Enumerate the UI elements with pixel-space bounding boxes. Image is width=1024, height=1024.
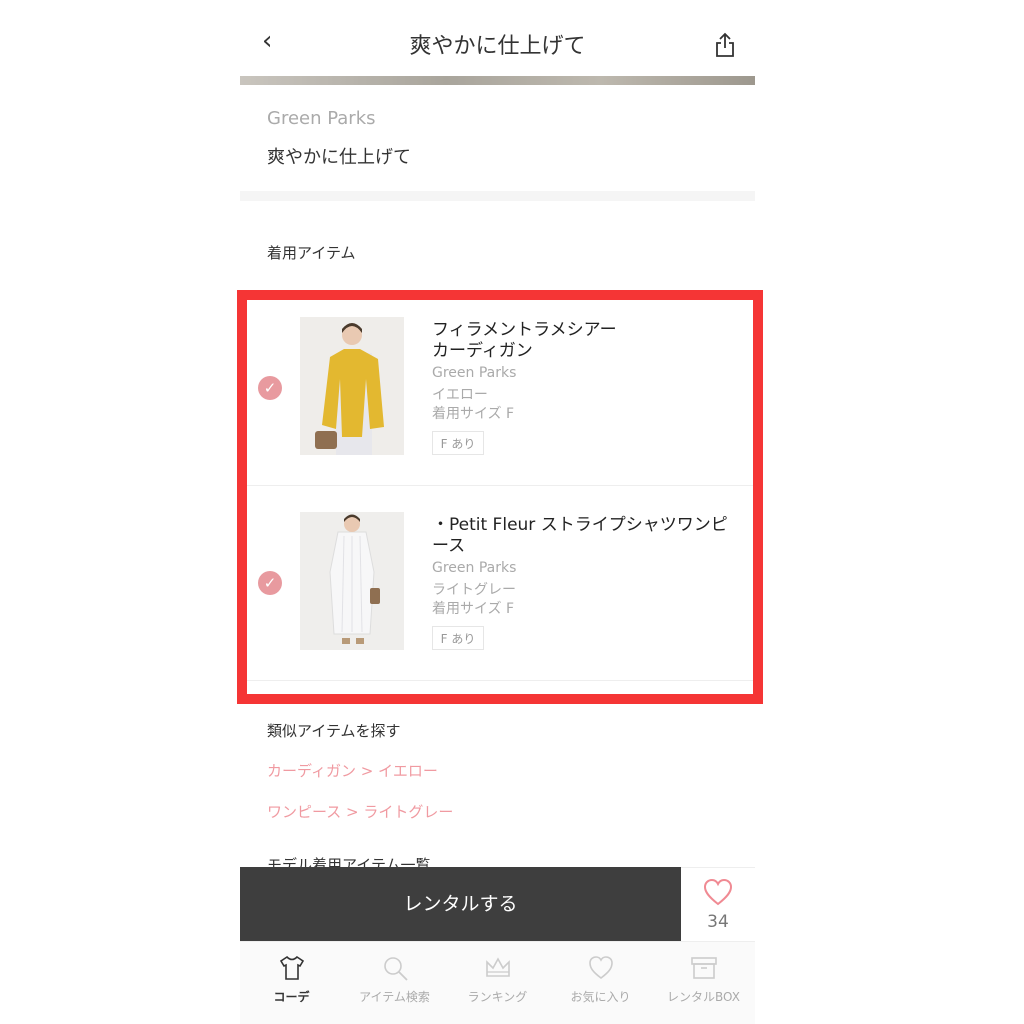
tab-coordinate[interactable]: コーデ xyxy=(240,942,343,1024)
heart-icon xyxy=(703,878,733,906)
tab-rental-box[interactable]: レンタルBOX xyxy=(652,942,755,1024)
tab-label: アイテム検索 xyxy=(359,990,430,1004)
box-icon xyxy=(691,957,717,979)
tab-ranking[interactable]: ランキング xyxy=(446,942,549,1024)
section-divider xyxy=(240,191,755,201)
tab-label: レンタルBOX xyxy=(667,990,740,1004)
tab-favorites[interactable]: お気に入り xyxy=(549,942,652,1024)
similar-link-onepiece[interactable]: ワンピース > ライトグレー xyxy=(267,801,453,822)
rent-button[interactable]: レンタルする xyxy=(240,867,681,941)
coordinate-photo xyxy=(240,76,755,85)
favorite-count: 34 xyxy=(707,912,729,932)
tab-label: ランキング xyxy=(467,990,528,1004)
coordinate-title: 爽やかに仕上げて xyxy=(267,147,411,168)
coordinate-brand: Green Parks xyxy=(267,108,376,129)
similar-link-cardigan[interactable]: カーディガン > イエロー xyxy=(267,760,438,781)
heart-icon xyxy=(589,956,613,980)
tshirt-icon xyxy=(279,955,305,980)
share-icon[interactable] xyxy=(714,32,736,58)
bottom-tab-bar: コーデ アイテム検索 ランキング お気に入り レンタルBOX xyxy=(240,941,755,1024)
tab-item-search[interactable]: アイテム検索 xyxy=(343,942,446,1024)
tab-label: お気に入り xyxy=(570,990,631,1004)
favorite-button[interactable]: 34 xyxy=(681,867,755,942)
highlight-frame xyxy=(237,290,763,704)
similar-items-heading: 類似アイテムを探す xyxy=(267,722,401,740)
search-icon xyxy=(384,957,408,981)
page-title: 爽やかに仕上げて xyxy=(409,34,586,59)
tab-label: コーデ xyxy=(273,990,310,1004)
crown-icon xyxy=(486,957,510,977)
worn-items-heading: 着用アイテム xyxy=(267,244,356,262)
